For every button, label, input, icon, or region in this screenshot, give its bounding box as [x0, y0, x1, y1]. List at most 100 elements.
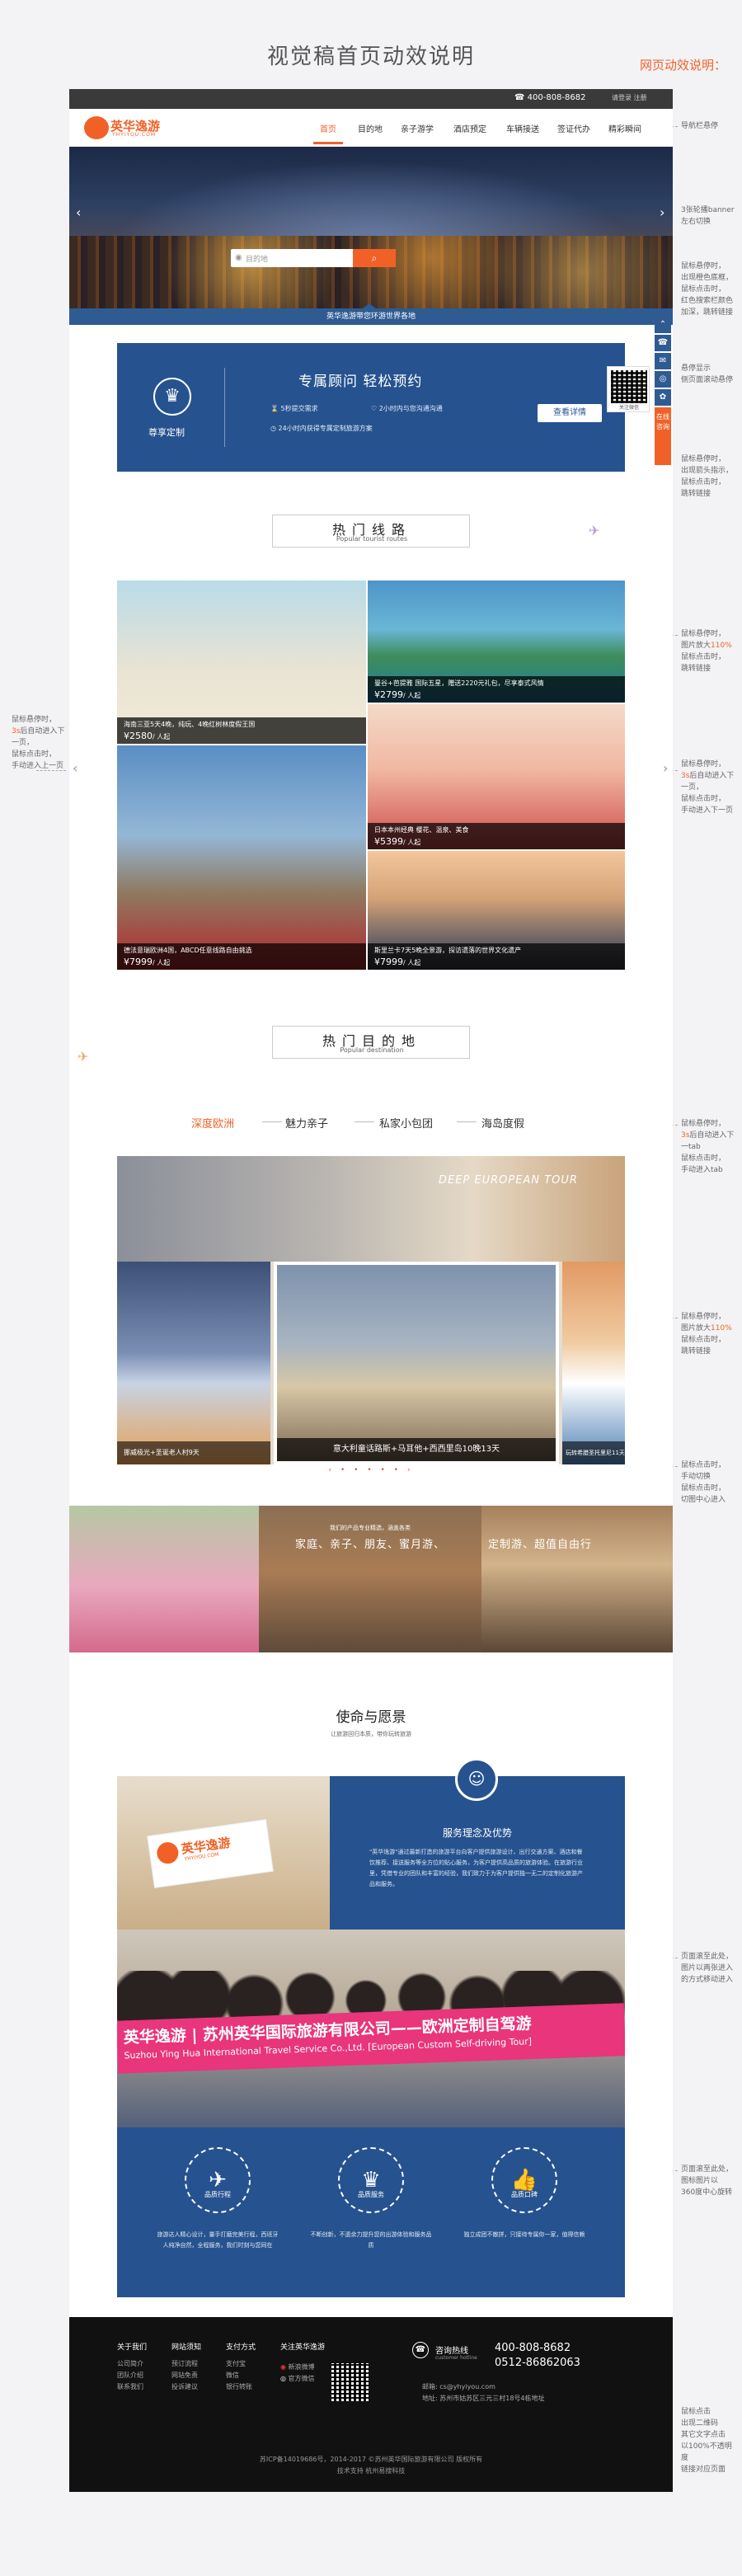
footer-link[interactable]: 网站免责 — [171, 2370, 221, 2381]
service-title: 服务理念及优势 — [442, 1827, 512, 1839]
doc-title: 视觉稿首页动效说明 — [266, 45, 475, 69]
tab-private-tour[interactable]: 私家小包团 — [379, 1115, 433, 1131]
search-input[interactable]: 目的地 — [246, 253, 268, 264]
footer-link[interactable]: 预订流程 — [171, 2358, 221, 2370]
note-sidebar2: 鼠标悬停时， 出现箭头指示， 鼠标点击时， 跳转链接 — [681, 455, 734, 498]
footer-link[interactable]: 团队介绍 — [117, 2370, 167, 2381]
nav-item-transfer[interactable]: 车辆接送 — [506, 122, 539, 134]
nav-item-visa[interactable]: 签证代办 — [557, 122, 590, 134]
route-tile[interactable]: 德法意瑞欧洲4国，ABCD任意线路自由挑选 ¥7999/ 人起 — [117, 745, 366, 970]
mission-title: 使命与愿景 — [336, 1709, 406, 1726]
routes-section-title: 热门线路 Popular tourist routes — [69, 515, 673, 548]
floating-sidebar: ⌃ ☎ ✉ ◎ ✿ 在线咨询 — [655, 317, 671, 495]
hotline-number: 400-808-8682 — [495, 2342, 571, 2354]
consult-title: 专属顾问 轻松预约 — [298, 374, 423, 390]
wechat-icon: ◎ — [280, 2375, 286, 2382]
search-bar: ◉ 目的地 ⌕ — [231, 249, 396, 267]
note-banner: 3张轮播banner左右切换 — [681, 206, 735, 226]
note-dest-tabs: 鼠标悬停时， 3s后自动进入下一tab 鼠标点击时， 手动进入tab — [681, 1120, 735, 1174]
login-links[interactable]: 请登录 注册 — [612, 93, 647, 102]
banner-prev-arrow[interactable]: ‹ — [76, 204, 81, 220]
consult-details-button[interactable]: 查看详情 — [538, 404, 602, 422]
dest-tile-right[interactable]: 玩转希腊圣托里尼11天 — [562, 1262, 625, 1464]
search-button[interactable]: ⌕ — [353, 249, 396, 267]
qr-code — [611, 370, 647, 403]
note-connector — [36, 770, 66, 771]
route-tile[interactable]: 日本本州经典 樱花、温泉、美食 ¥5399/ 人起 — [368, 704, 625, 849]
site-footer: 关于我们 公司简介 团队介绍 联系我们 网站须知 预订流程 网站免责 投诉建议 … — [69, 2317, 673, 2492]
footer-link[interactable]: 支付宝 — [226, 2358, 275, 2370]
main-nav: 英华逸游 YHYIYOU.COM 首页 目的地 亲子游学 酒店预定 车辆接送 签… — [69, 109, 673, 147]
footer-link[interactable]: 投诉建议 — [171, 2381, 221, 2393]
dest-collage: DEEP EUROPEAN TOUR 挪威极光+圣诞老人村9天 意大利童话路斯+… — [117, 1156, 625, 1464]
footer-link[interactable]: 微信 — [226, 2370, 275, 2381]
note-dest-slide: 鼠标点击时， 手动切换 鼠标点击时， 切图中心进入 — [681, 1461, 726, 1504]
phone-number: ☎ 400-808-8682 — [514, 93, 586, 102]
route-tile[interactable]: 斯里兰卡7天5晚全景游，探访遗落的世界文化遗产 ¥7999/ 人起 — [368, 851, 625, 970]
online-consult-button[interactable]: 在线咨询 — [655, 407, 671, 465]
plane-icon: ✈ — [589, 523, 600, 538]
nav-item-destination[interactable]: 目的地 — [358, 122, 383, 134]
mail-sidebar-button[interactable]: ✉ — [655, 353, 671, 369]
tab-family[interactable]: 魅力亲子 — [285, 1115, 328, 1131]
weibo-icon: ◉ — [280, 2363, 286, 2371]
consult-step: ◷ 24小时内获得专属定制旅游方案 — [270, 425, 373, 432]
consult-step: ⌛ 5秒提交需求 — [270, 405, 318, 412]
europe-banner-text: DEEP EUROPEAN TOUR — [439, 1174, 578, 1187]
weibo-sidebar-button[interactable]: ✿ — [655, 389, 671, 406]
category-card[interactable] — [69, 1506, 259, 1652]
nav-item-family-study[interactable]: 亲子游学 — [401, 122, 434, 134]
footer-col: 网站须知 预订流程 网站免责 投诉建议 — [171, 2342, 221, 2393]
plane-icon: ✈ — [185, 2147, 251, 2213]
dest-tabs: 深度欧洲 魅力亲子 私家小包团 海岛度假 — [69, 1115, 673, 1131]
phone-sidebar-button[interactable]: ☎ — [655, 335, 671, 351]
category-strip: 我们的产品专业精选，涵盖各类 家庭、亲子、朋友、蜜月游、 定制游、超值自由行 — [69, 1506, 673, 1652]
category-card[interactable]: 我们的产品专业精选，涵盖各类 家庭、亲子、朋友、蜜月游、 — [259, 1506, 481, 1652]
footer-link[interactable]: 联系我们 — [117, 2381, 167, 2393]
wechat-sidebar-button[interactable]: ◎ — [655, 371, 671, 388]
phone-icon: ☎ — [412, 2342, 429, 2358]
note-values: 页面滚至此处， 图标图片以 360度中心旋转 — [681, 2165, 734, 2197]
mission-subtitle: 让旅游回归本质，带你玩转旅游 — [331, 1731, 411, 1737]
doc-subtitle: 网页动效说明： — [640, 58, 727, 73]
nav-item-home[interactable]: 首页 — [320, 122, 336, 134]
routes-next-arrow[interactable]: › — [663, 760, 668, 776]
value-item: ✈ 品质行程 旅游达人精心设计，量手打磨完美行程，西班牙人纯净自然，全程服务，我… — [155, 2139, 287, 2292]
back-to-top-button[interactable]: ⌃ — [655, 317, 671, 333]
category-card[interactable]: 定制游、超值自由行 — [481, 1506, 673, 1652]
footer-link[interactable]: 公司简介 — [117, 2358, 167, 2370]
nav-active-underline — [313, 142, 343, 144]
qr-code[interactable] — [331, 2363, 369, 2401]
note-tiles-left: 鼠标悬停时， 3s后自动进入下一页， 鼠标点击时， 手动进入上一页 — [12, 716, 65, 770]
route-tile[interactable]: 海南三亚5天4晚，纯玩、4晚红树林度假王国 ¥2580/ 人起 — [117, 581, 366, 744]
hotline-number-2: 0512-86862063 — [495, 2357, 580, 2369]
carousel-dots[interactable]: ‹ • • • • • › — [117, 1466, 625, 1474]
brand-logo[interactable]: 英华逸游 YHYIYOU.COM — [84, 116, 173, 139]
nav-item-hotel[interactable]: 酒店预定 — [453, 122, 486, 134]
brand-domain: YHYIYOU.COM — [112, 132, 157, 138]
footer-link[interactable]: 银行转账 — [226, 2381, 275, 2393]
tab-europe[interactable]: 深度欧洲 — [191, 1115, 234, 1131]
note-search: 鼠标悬停时， 出现橙色底框， 鼠标点击时， 红色搜索栏颜色加深，跳转链接 — [681, 262, 734, 317]
europe-banner[interactable] — [117, 1156, 625, 1262]
service-body: "英华逸游"通过最新打造的旅游平台向客户提供旅游设计、出行交通方案、酒店和餐饮推… — [369, 1849, 583, 1887]
nav-item-moments[interactable]: 精彩瞬间 — [608, 122, 641, 134]
value-item: 👍 品质口碑 独立成团不散拼，只接待专属你一家，值得信赖 — [462, 2139, 594, 2292]
dest-tile-left[interactable]: 挪威极光+圣诞老人村9天 — [117, 1262, 270, 1464]
note-sidebar: 悬停显示 侧页面滚动悬停 — [681, 364, 734, 384]
banner-next-arrow[interactable]: › — [660, 204, 665, 220]
crown-icon: ♛ — [153, 378, 191, 416]
note-team: 页面滚至此处， 图片以两张进入 的方式移动进入 — [681, 1953, 734, 1984]
logo-card: 英华逸游 YHYIYOU.COM — [147, 1819, 274, 1888]
dest-tile-featured[interactable]: 意大利童话路斯+马耳他+西西里岛10晚13天 — [274, 1262, 559, 1464]
homepage-mockup: ☎ 400-808-8682 请登录 注册 英华逸游 YHYIYOU.COM 首… — [69, 89, 673, 2492]
hero-banner: ‹ › ◉ 目的地 ⌕ — [69, 147, 673, 308]
dest-section-title: 热门目的地 Popular destination — [69, 1026, 673, 1059]
search-icon: ⌕ — [371, 252, 378, 264]
note-dest-hover: 鼠标悬停时， 图片放大110% 鼠标点击时， 跳转链接 — [681, 1313, 732, 1356]
route-tile[interactable]: 曼谷+芭提雅 国际五星，赠送2220元礼包，尽享泰式风情 ¥2799/ 人起 — [368, 581, 625, 703]
tab-island[interactable]: 海岛度假 — [481, 1115, 524, 1131]
value-item: ♛ 品质服务 不断创新，不遗余力提升您的出游体验和服务品质 — [308, 2139, 440, 2292]
thumbs-up-icon: 👍 — [491, 2147, 557, 2213]
routes-prev-arrow[interactable]: ‹ — [73, 760, 77, 776]
